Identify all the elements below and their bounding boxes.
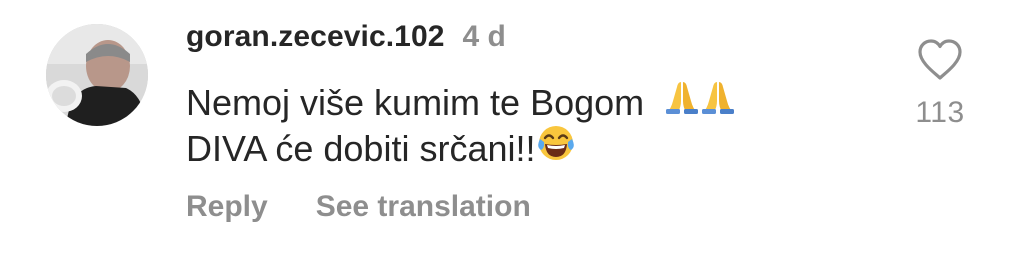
comment-item: goran.zecevic.102 4 d Nemoj više kumim t… xyxy=(0,0,1024,261)
comment-text: Nemoj više kumim te Bogom DIVA će dobiti… xyxy=(186,80,806,174)
folded-hands-icon xyxy=(664,79,700,126)
folded-hands-icon xyxy=(700,79,736,126)
like-control: 113 xyxy=(906,38,974,130)
comment-actions: Reply See translation xyxy=(186,190,531,224)
see-translation-button[interactable]: See translation xyxy=(316,190,531,224)
like-count: 113 xyxy=(915,96,965,129)
avatar-photo xyxy=(46,24,148,126)
comment-timestamp: 4 d xyxy=(462,20,506,53)
reply-button[interactable]: Reply xyxy=(186,190,268,224)
comment-text-line-2-text: DIVA će dobiti srčani!! xyxy=(186,128,536,169)
username[interactable]: goran.zecevic.102 xyxy=(186,20,445,54)
comment-text-line-1: Nemoj više kumim te Bogom xyxy=(186,80,806,126)
avatar[interactable] xyxy=(46,24,148,126)
tears-of-joy-icon xyxy=(536,123,576,174)
comment-text-line-1-text: Nemoj više kumim te Bogom xyxy=(186,82,645,123)
comment-text-line-2: DIVA će dobiti srčani!! xyxy=(186,123,806,174)
comment-header: goran.zecevic.102 4 d xyxy=(186,20,506,60)
heart-outline-icon[interactable] xyxy=(916,38,964,82)
